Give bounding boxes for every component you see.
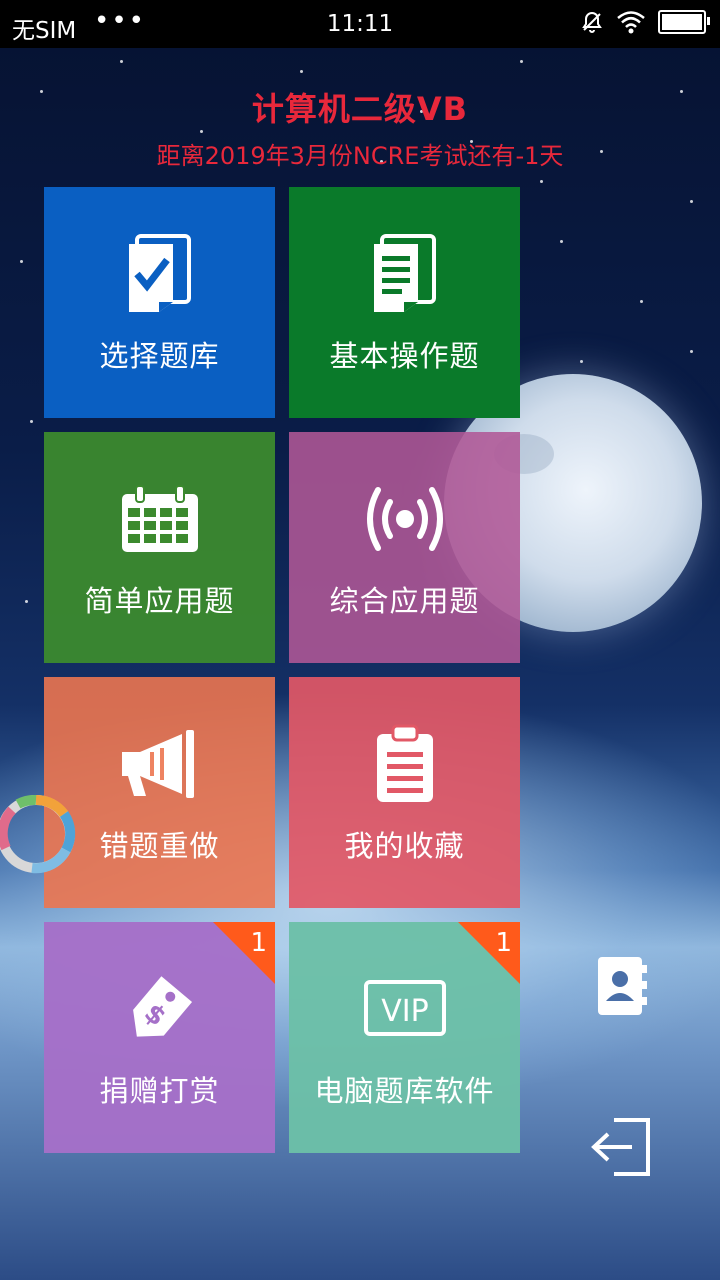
calendar-icon [121,485,198,552]
wifi-icon [617,11,645,34]
star [690,350,693,353]
tile-label: 电脑题库软件 [314,1074,495,1108]
exit-icon[interactable] [588,1114,654,1180]
tile-label: 简单应用题 [84,584,235,618]
svg-text:VIP: VIP [381,994,428,1029]
star [30,420,33,423]
mute-icon [582,11,602,33]
tile-label: 选择题库 [99,339,220,373]
star [25,600,28,603]
star [520,60,523,63]
tile-label: 综合应用题 [329,584,480,618]
tile-comprehensive-application[interactable]: 综合应用题 [289,432,520,663]
tile-my-favorites[interactable]: 我的收藏 [289,677,520,908]
clipboard-icon [376,724,433,802]
star [690,200,693,203]
megaphone-icon [121,730,194,798]
app-title: 计算机二级VB [251,90,469,128]
tile-donate[interactable]: 1 $ 捐赠打赏 [44,922,275,1153]
star [20,260,23,263]
exam-countdown: 距离2019年3月份NCRE考试还有-1天 [156,142,564,170]
badge-count: 1 [495,928,512,958]
badge-count: 1 [250,928,267,958]
vip-icon: VIP [363,980,446,1036]
contacts-icon[interactable] [596,955,648,1019]
tile-label: 我的收藏 [344,829,465,863]
tile-pc-question-software[interactable]: 1 VIP 电脑题库软件 [289,922,520,1153]
star [120,60,123,63]
notes-document-icon [373,234,436,312]
tile-label: 错题重做 [99,829,220,863]
star [640,300,643,303]
tile-question-bank[interactable]: 选择题库 [44,187,275,418]
price-tag-icon: $ [132,976,192,1037]
check-document-icon [128,234,191,312]
tile-label: 捐赠打赏 [99,1074,220,1108]
broadcast-icon [366,487,443,551]
star [580,360,583,363]
star [540,180,543,183]
header: 计算机二级VB 距离2019年3月份NCRE考试还有-1天 [0,84,720,171]
status-bar: 无SIM ••• 11:11 [0,0,720,48]
floating-assistant-icon[interactable] [0,790,80,878]
tile-label: 基本操作题 [329,339,480,373]
battery-icon [658,10,710,34]
tile-simple-application[interactable]: 简单应用题 [44,432,275,663]
star [300,70,303,73]
tile-basic-operation[interactable]: 基本操作题 [289,187,520,418]
star [560,240,563,243]
